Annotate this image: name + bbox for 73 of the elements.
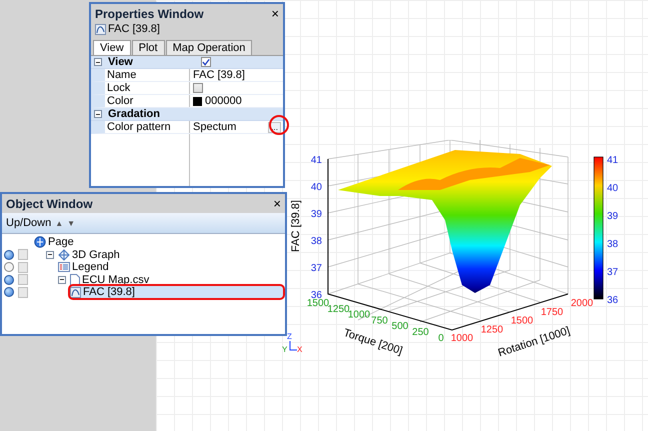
tick-label: 1000 <box>348 310 370 321</box>
tick-label: 39 <box>310 209 322 220</box>
tick-label: 2000 <box>570 298 594 310</box>
color-swatch[interactable] <box>193 96 202 106</box>
window-title: Properties Window <box>95 6 204 20</box>
tree-item[interactable]: Legend <box>58 261 113 274</box>
tick-label: 40 <box>607 183 618 194</box>
visibility-toggle[interactable] <box>4 287 14 298</box>
curve-icon <box>95 24 106 34</box>
tick-label: 37 <box>607 267 618 278</box>
category-label: View <box>108 56 134 68</box>
axis-title: FAC [39.8] <box>290 200 302 252</box>
tick-label: 39 <box>607 211 618 222</box>
property-value: 000000 <box>205 95 242 107</box>
visibility-toggle[interactable] <box>4 250 14 260</box>
object-name: FAC [39.8] <box>108 23 160 35</box>
tick-label: 41 <box>607 155 618 166</box>
tick-label: 250 <box>412 327 429 338</box>
tree-item[interactable]: FAC [39.8] <box>70 286 283 298</box>
legend-icon <box>58 262 70 272</box>
tick-label: 1000 <box>450 333 474 344</box>
checkbox[interactable] <box>18 262 28 273</box>
tick-label: 1250 <box>480 324 504 336</box>
property-value: FAC [39.8] <box>193 69 245 81</box>
property-value: Spectum <box>193 121 238 133</box>
tick-label: 40 <box>310 182 322 193</box>
tree-item[interactable]: Page <box>34 236 78 248</box>
axis-letter: Y <box>282 345 288 354</box>
category-label: Gradation <box>108 108 161 120</box>
checkbox[interactable] <box>201 57 211 67</box>
tree-item[interactable]: 3D Graph <box>46 248 124 261</box>
property-name: Lock <box>105 82 190 94</box>
tick-label: 37 <box>310 263 322 274</box>
page-icon <box>34 236 46 248</box>
axis-gizmo-icon <box>290 340 298 350</box>
tab[interactable]: View <box>93 40 131 55</box>
checkbox[interactable] <box>18 249 28 260</box>
tick-label: 41 <box>310 155 322 166</box>
axis-letter: Z <box>287 332 292 341</box>
tab[interactable]: Map Operation <box>166 40 252 55</box>
tick-label: 36 <box>607 295 618 306</box>
tick-label: 1500 <box>306 298 330 309</box>
collapse-icon[interactable] <box>58 276 66 284</box>
move-up-button[interactable]: ▲ <box>55 218 64 228</box>
property-name: Color pattern <box>105 121 190 133</box>
property-name: Color <box>105 95 190 107</box>
checkbox[interactable] <box>18 286 28 298</box>
collapse-icon[interactable] <box>94 110 102 118</box>
checkbox[interactable] <box>193 83 203 93</box>
collapse-icon[interactable] <box>46 250 54 259</box>
visibility-toggle[interactable] <box>4 274 14 285</box>
collapse-icon[interactable] <box>94 58 102 66</box>
graph-icon <box>58 248 70 261</box>
toolbar-label: Up/Down <box>6 217 52 229</box>
axis-letter: X <box>297 345 302 354</box>
tick-label: 0 <box>438 332 444 344</box>
tab[interactable]: Plot <box>132 40 165 55</box>
tick-label: 1500 <box>510 316 534 327</box>
property-name: Name <box>105 69 190 81</box>
tick-label: 38 <box>310 236 322 247</box>
tick-label: 1250 <box>327 304 350 315</box>
close-button[interactable]: × <box>273 197 281 210</box>
move-down-button[interactable]: ▼ <box>67 218 76 228</box>
tick-label: 1750 <box>540 306 564 318</box>
tick-label: 500 <box>392 321 408 332</box>
checkbox[interactable] <box>18 274 28 286</box>
window-title: Object Window <box>6 196 93 210</box>
curve-icon <box>70 286 81 298</box>
tick-label: 750 <box>371 315 388 326</box>
tick-label: 38 <box>607 239 618 250</box>
file-icon <box>70 274 80 286</box>
close-button[interactable]: × <box>271 7 279 20</box>
visibility-toggle[interactable] <box>4 262 14 272</box>
